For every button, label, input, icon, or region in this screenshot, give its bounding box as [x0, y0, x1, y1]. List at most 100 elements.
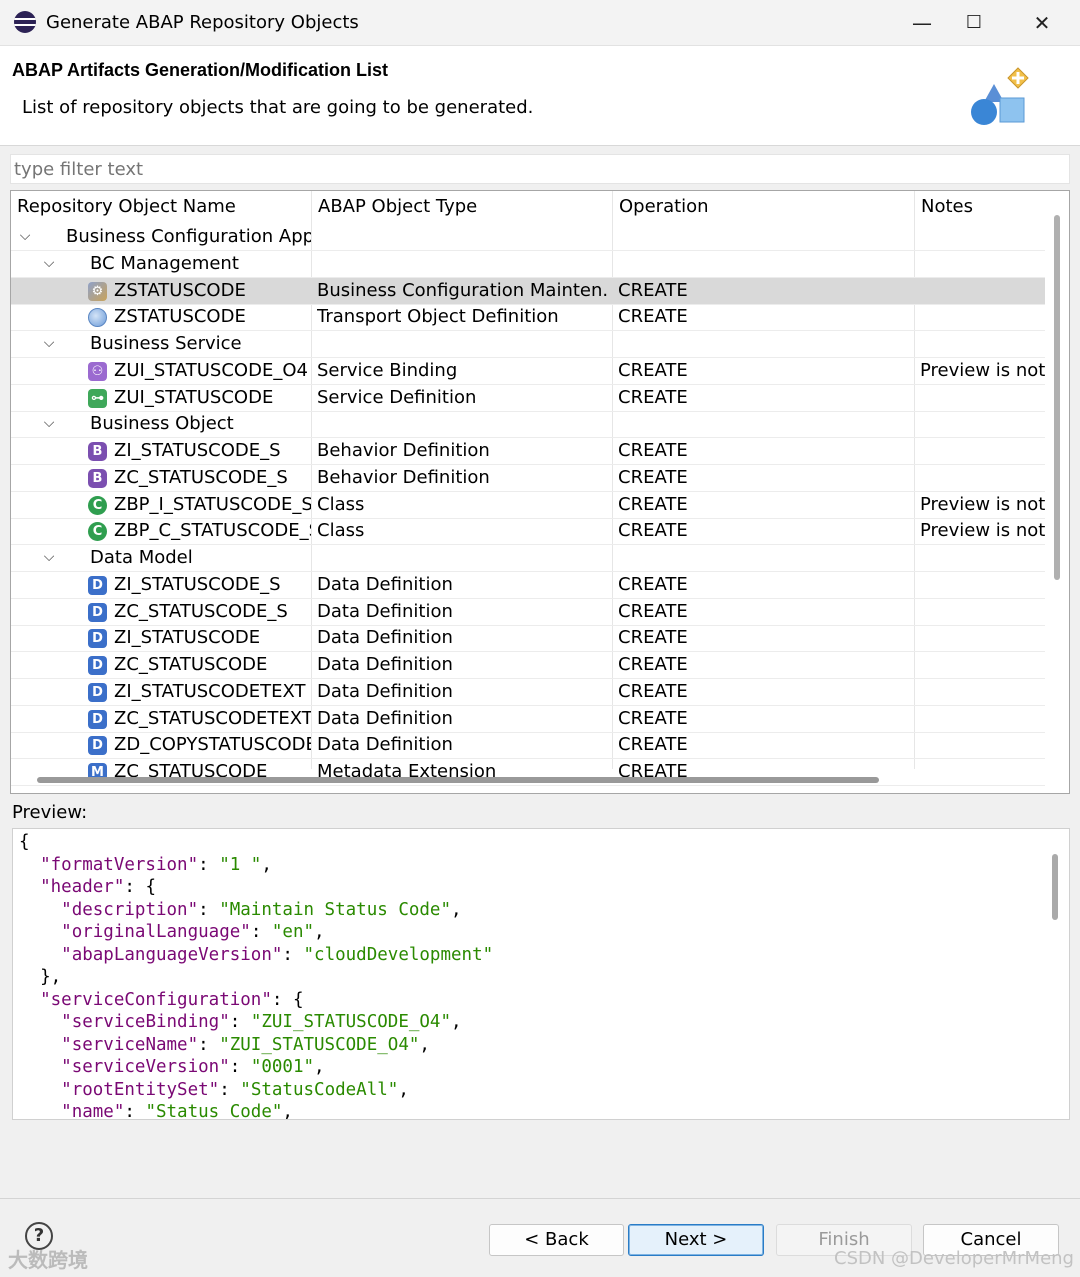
tree-cell-type: Data Definition — [317, 600, 453, 622]
code-line: "abapLanguageVersion": "cloudDevelopment… — [19, 945, 493, 965]
json-punctuation: : — [198, 899, 220, 920]
minimize-button[interactable]: — — [900, 6, 944, 40]
expand-collapse-chevron-icon[interactable]: ⌵ — [17, 224, 33, 250]
tree-cell-notes: Preview is not — [920, 493, 1045, 515]
json-string: "en" — [271, 922, 315, 942]
json-punctuation — [19, 1102, 61, 1119]
tree-object-row[interactable]: B ZI_STATUSCODE_S Behavior Definition CREAT… — [11, 438, 1045, 465]
tree-object-row[interactable]: C ZBP_C_STATUSCODE_S Class CREATE Preview is… — [11, 518, 1045, 546]
tree-cell-name: ZC_STATUSCODE_S — [114, 600, 288, 622]
tree-group-row[interactable]: ⌵ BC Management — [11, 251, 1045, 278]
tree-cell-name: ZUI_STATUSCODE — [114, 386, 274, 408]
expand-collapse-chevron-icon[interactable]: ⌵ — [41, 331, 57, 357]
tree-cell-type: Business Configuration Mainten... — [317, 279, 609, 301]
tree-group-row[interactable]: ⌵ Business Configuration Appl — [11, 224, 1045, 251]
behavior-definition-icon: B — [88, 442, 107, 461]
tree-cell-operation: CREATE — [618, 466, 688, 488]
json-punctuation — [19, 945, 61, 965]
tree-object-row[interactable]: D ZI_STATUSCODE Data Definition CREATE — [11, 625, 1045, 653]
tree-object-row[interactable]: D ZC_STATUSCODE Data Definition CREATE — [11, 652, 1045, 679]
json-punctuation — [19, 922, 61, 942]
code-line: "originalLanguage": "en", — [19, 922, 324, 942]
column-header-operation[interactable]: Operation — [613, 191, 709, 223]
tree-object-row[interactable]: D ZI_STATUSCODE_S Data Definition CREATE — [11, 572, 1045, 599]
tree-cell-notes — [920, 251, 1045, 277]
tree-group-row[interactable]: ⌵ Business Service — [11, 331, 1045, 358]
column-header-notes[interactable]: Notes — [915, 191, 973, 223]
tree-cell-name: ZI_STATUSCODE_S — [114, 573, 281, 595]
tree-cell-operation — [618, 224, 908, 250]
tree-object-row[interactable]: B ZC_STATUSCODE_S Behavior Definition CREAT… — [11, 465, 1045, 492]
json-punctuation: , — [419, 1034, 430, 1055]
code-line: "formatVersion": "1 ", — [19, 855, 272, 875]
tree-cell-operation — [618, 251, 908, 277]
json-punctuation: , — [398, 1079, 409, 1100]
tree-object-row[interactable]: C ZBP_I_STATUSCODE_S Class CREATE Preview is… — [11, 492, 1045, 519]
column-header-name[interactable]: Repository Object Name — [11, 191, 236, 223]
tree-object-row[interactable]: ⚇ ZUI_STATUSCODE_O4 Service Binding CREATE P… — [11, 358, 1045, 385]
tree-group-row[interactable]: ⌵ Business Object — [11, 411, 1045, 439]
tree-vertical-scrollbar[interactable] — [1054, 215, 1060, 580]
tree-object-row[interactable]: ⊶ ZUI_STATUSCODE Service Definition CREATE — [11, 385, 1045, 412]
filter-input[interactable] — [10, 154, 1070, 184]
json-punctuation: : — [219, 1079, 241, 1100]
data-definition-icon: D — [88, 575, 107, 595]
preview-pane[interactable]: { "formatVersion": "1 ", "header": { "de… — [12, 828, 1070, 1120]
json-string: "cloudDevelopment" — [303, 944, 494, 965]
tree-horizontal-scrollbar[interactable] — [37, 777, 879, 783]
json-punctuation: : — [229, 1012, 251, 1032]
back-button[interactable]: < Back — [489, 1224, 624, 1256]
tree-cell-operation: CREATE — [618, 627, 688, 649]
tree-cell-operation: CREATE — [618, 440, 688, 461]
json-string: "Maintain Status Code" — [219, 899, 451, 920]
tree-cell-operation — [618, 331, 908, 357]
tree-object-row[interactable]: ZSTATUSCODE Transport Object Definition CR… — [11, 304, 1045, 332]
json-punctuation — [19, 1080, 61, 1100]
data-definition-icon: D — [88, 629, 107, 649]
expand-collapse-chevron-icon[interactable]: ⌵ — [41, 545, 57, 571]
json-punctuation: , — [451, 1012, 462, 1032]
json-key: "originalLanguage" — [61, 922, 251, 942]
json-string: "1 " — [219, 854, 262, 875]
tree-cell-notes — [920, 438, 1045, 464]
column-header-type[interactable]: ABAP Object Type — [312, 191, 477, 223]
json-punctuation: : — [229, 1057, 251, 1077]
json-punctuation — [19, 855, 40, 875]
json-punctuation: { — [19, 832, 30, 852]
tree-cell-type: Class — [317, 493, 365, 515]
close-button[interactable]: ✕ — [1020, 6, 1064, 40]
tree-cell-name: ZBP_I_STATUSCODE_S — [114, 493, 311, 515]
eclipse-app-icon — [14, 11, 36, 33]
expand-collapse-chevron-icon[interactable]: ⌵ — [41, 411, 57, 437]
tree-object-row[interactable]: D ZC_STATUSCODE_S Data Definition CREATE — [11, 599, 1045, 626]
code-line: "description": "Maintain Status Code", — [19, 899, 461, 920]
tree-object-row[interactable]: D ZC_STATUSCODETEXT Data Definition CREATE — [11, 706, 1045, 733]
repository-objects-tree-table[interactable]: Repository Object Name ABAP Object Type … — [10, 190, 1070, 794]
maximize-button[interactable]: ☐ — [952, 6, 996, 40]
tree-object-row[interactable]: D ZD_COPYSTATUSCODE Data Definition CREATE — [11, 732, 1045, 760]
tree-cell-operation: CREATE — [618, 493, 688, 515]
preview-vertical-scrollbar[interactable] — [1052, 854, 1058, 920]
tree-cell-type: Behavior Definition — [317, 440, 490, 461]
tree-cell-operation: CREATE — [618, 306, 688, 328]
data-definition-icon: D — [88, 709, 107, 729]
expand-collapse-chevron-icon[interactable]: ⌵ — [41, 251, 57, 277]
json-punctuation: , — [261, 854, 272, 875]
tree-cell-type — [317, 411, 609, 437]
tree-cell-type: Data Definition — [317, 627, 453, 649]
tree-group-row[interactable]: ⌵ Data Model — [11, 545, 1045, 572]
behavior-definition-icon: B — [88, 468, 107, 488]
json-key: "serviceName" — [61, 1034, 199, 1055]
tree-cell-type: Service Definition — [317, 386, 477, 408]
json-key: "serviceBinding" — [61, 1012, 230, 1032]
data-definition-icon: D — [88, 682, 107, 702]
tree-cell-name: ZD_COPYSTATUSCODE — [114, 734, 311, 756]
tree-object-row[interactable]: ⚙ ZSTATUSCODE Business Configuration Maint… — [11, 277, 1045, 305]
json-punctuation: : — [198, 854, 220, 875]
next-button[interactable]: Next > — [628, 1224, 764, 1256]
tree-cell-operation: CREATE — [618, 680, 688, 702]
tree-cell-name: ZSTATUSCODE — [114, 279, 246, 301]
service-binding-icon: ⚇ — [88, 361, 107, 381]
tree-object-row[interactable]: D ZI_STATUSCODETEXT Data Definition CREATE — [11, 679, 1045, 706]
json-key: "serviceVersion" — [61, 1057, 230, 1077]
